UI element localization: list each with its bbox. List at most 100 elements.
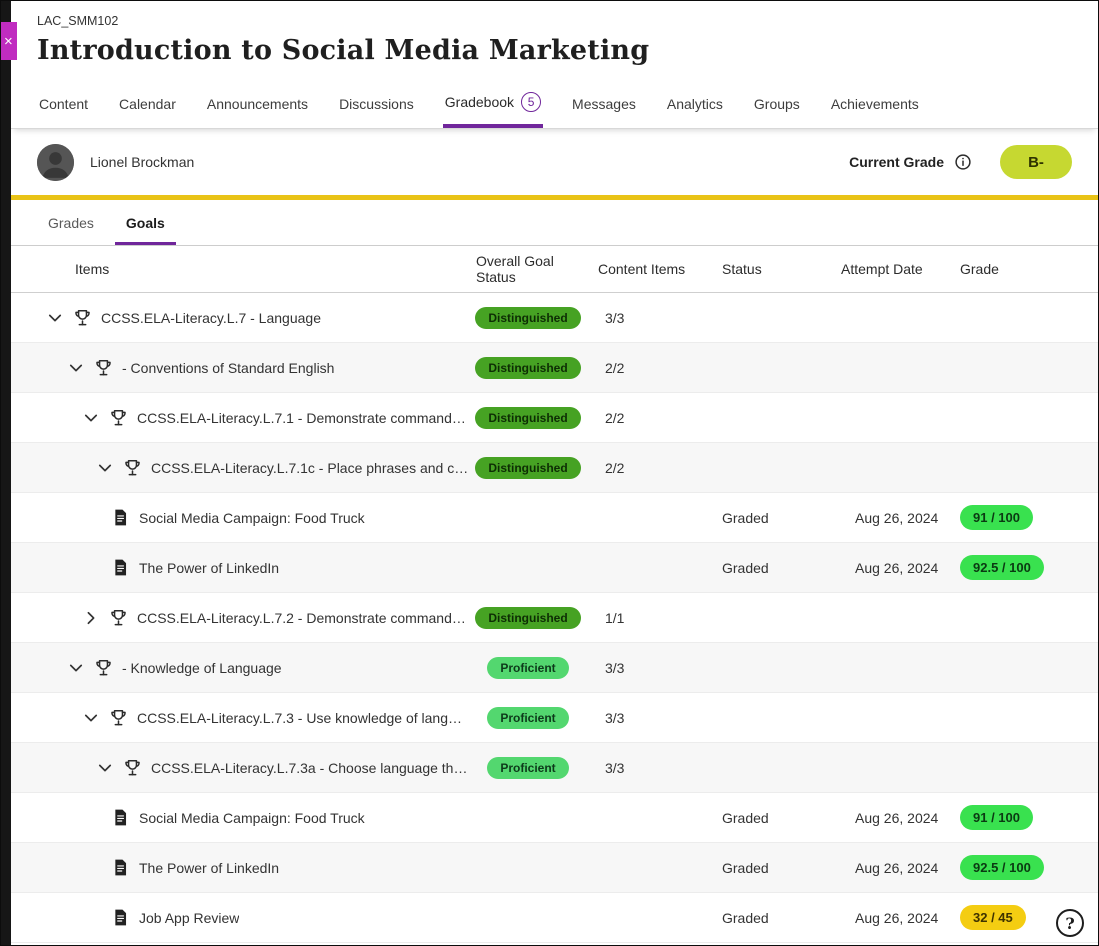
content-item-row: The Power of LinkedIn GradedAug 26, 2024 9… [11,843,1098,893]
items-cell: CCSS.ELA-Literacy.L.7.1c - Place phrases… [11,458,469,477]
goal-status-cell: Distinguished [469,407,587,429]
grade-pill[interactable]: 91 / 100 [960,805,1033,830]
goal-status-cell: Distinguished [469,607,587,629]
nav-tab-groups[interactable]: Groups [752,87,802,128]
grade-pill[interactable]: 92.5 / 100 [960,855,1044,880]
attempt-date-cell: Aug 26, 2024 [825,860,947,876]
collapse-chevron-icon[interactable] [67,659,85,677]
goal-trophy-icon [123,758,142,777]
content-item-row: The Power of LinkedInGradedAug 26, 20249… [11,543,1098,593]
goal-status-badge: Proficient [487,707,568,729]
grade-pill[interactable]: 91 / 100 [960,505,1033,530]
current-grade-pill: B- [1000,145,1072,179]
document-icon [111,508,130,527]
column-header-goal-status: Overall Goal Status [469,253,587,285]
grade-pill[interactable]: 32 / 45 [960,905,1026,930]
help-button[interactable]: ? [1056,909,1084,937]
nav-tab-gradebook[interactable]: Gradebook5 [443,83,543,128]
collapse-chevron-icon[interactable] [96,459,114,477]
current-grade-zone: Current Grade B- [849,145,1072,179]
content-item-title[interactable]: Social Media Campaign: Food Truck [139,810,365,826]
items-cell: The Power of LinkedIn [11,858,469,877]
column-header-content-items: Content Items [587,261,707,277]
goal-row: - Conventions of Standard English Disting… [11,343,1098,393]
nav-tab-label: Achievements [831,96,919,112]
nav-tab-content[interactable]: Content [37,87,90,128]
goal-status-badge: Distinguished [475,357,580,379]
goals-table-header: ItemsOverall Goal StatusContent ItemsSta… [11,246,1098,293]
expand-chevron-icon[interactable] [82,609,100,627]
nav-tab-achievements[interactable]: Achievements [829,87,921,128]
status-cell: Graded [707,910,825,926]
help-icon: ? [1065,914,1074,933]
column-header-items: Items [11,261,469,277]
content-items-cell: 2/2 [587,360,707,376]
goals-table: ItemsOverall Goal StatusContent ItemsSta… [11,246,1098,945]
nav-tab-announcements[interactable]: Announcements [205,87,310,128]
grade-cell: 91 / 100 [947,805,1098,830]
nav-tab-messages[interactable]: Messages [570,87,638,128]
content-items-cell: 3/3 [587,310,707,326]
subtab-grades[interactable]: Grades [37,200,105,245]
content-item-title[interactable]: Job App Review [139,910,239,926]
collapse-chevron-icon[interactable] [67,359,85,377]
goal-row: CCSS.ELA-Literacy.L.7 - Language Distingu… [11,293,1098,343]
content-item-title[interactable]: The Power of LinkedIn [139,560,279,576]
document-icon [111,808,130,827]
items-cell: Job App Review [11,908,469,927]
panel-close-tab[interactable]: × [1,22,17,60]
items-cell: - Knowledge of Language [11,658,469,677]
goal-status-cell: Distinguished [469,457,587,479]
close-icon: × [4,33,13,50]
grade-cell: 92.5 / 100 [947,855,1098,880]
goal-trophy-icon [94,658,113,677]
content-item-row: Social Media Campaign: Food TruckGradedA… [11,493,1098,543]
goal-trophy-icon [109,408,128,427]
goal-label: - Knowledge of Language [122,660,282,676]
grade-pill[interactable]: 92.5 / 100 [960,555,1044,580]
attempt-date-cell: Aug 26, 2024 [825,560,947,576]
column-header-status: Status [707,261,825,277]
attempt-date-cell: Aug 26, 2024 [825,510,947,526]
goal-trophy-icon [94,358,113,377]
course-panel: LAC_SMM102 Introduction to Social Media … [11,1,1098,945]
goal-trophy-icon [109,608,128,627]
content-items-cell: 3/3 [587,760,707,776]
collapse-chevron-icon[interactable] [82,409,100,427]
collapse-chevron-icon[interactable] [46,309,64,327]
nav-tab-calendar[interactable]: Calendar [117,87,178,128]
nav-tab-label: Gradebook [445,94,514,110]
goal-status-badge: Proficient [487,757,568,779]
status-cell: Graded [707,860,825,876]
goal-label: CCSS.ELA-Literacy.L.7.1c - Place phrases… [151,460,469,476]
subtab-goals[interactable]: Goals [115,200,176,245]
goal-row: - Knowledge of LanguageProficient3/3 [11,643,1098,693]
collapse-chevron-icon[interactable] [82,709,100,727]
goal-row: CCSS.ELA-Literacy.L.7.1c - Place phrases… [11,443,1098,493]
content-items-cell: 2/2 [587,460,707,476]
goal-label: - Conventions of Standard English [122,360,334,376]
document-icon [111,858,130,877]
goals-table-body: CCSS.ELA-Literacy.L.7 - Language Distingu… [11,293,1098,945]
goal-label: CCSS.ELA-Literacy.L.7.3a - Choose langua… [151,760,469,776]
goal-status-cell: Distinguished [469,307,587,329]
content-item-title[interactable]: Social Media Campaign: Food Truck [139,510,365,526]
goal-row: CCSS.ELA-Literacy.L.7.3 - Use knowledge … [11,693,1098,743]
goal-row: CCSS.ELA-Literacy.L.7.2 - Demonstrate co… [11,593,1098,643]
goal-status-cell: Proficient [469,757,587,779]
goal-label: CCSS.ELA-Literacy.L.7 - Language [101,310,321,326]
items-cell: Social Media Campaign: Food Truck [11,808,469,827]
goal-status-badge: Distinguished [475,407,580,429]
column-header-grade: Grade [947,261,1098,277]
content-item-title[interactable]: The Power of LinkedIn [139,860,279,876]
course-title: Introduction to Social Media Marketing [37,35,1072,66]
nav-tab-analytics[interactable]: Analytics [665,87,725,128]
goal-trophy-icon [73,308,92,327]
goal-label: CCSS.ELA-Literacy.L.7.1 - Demonstrate co… [137,410,469,426]
goal-trophy-icon [109,708,128,727]
goal-status-cell: Proficient [469,657,587,679]
nav-tab-discussions[interactable]: Discussions [337,87,416,128]
collapse-chevron-icon[interactable] [96,759,114,777]
info-icon[interactable] [954,153,972,171]
course-header: LAC_SMM102 Introduction to Social Media … [11,1,1098,66]
